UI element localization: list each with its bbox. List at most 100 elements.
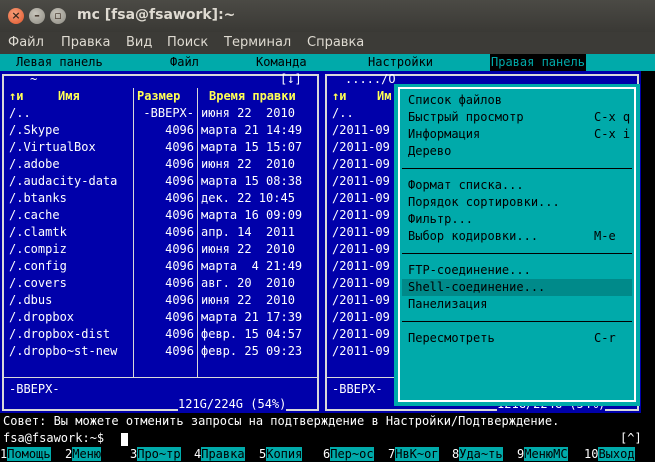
file-row[interactable]: /.cache 4096 марта 16 09:09 <box>0 207 317 224</box>
dropdown-item[interactable]: Shell-соединение... <box>408 279 545 296</box>
dropdown-item[interactable]: Дерево <box>408 143 451 160</box>
file-row[interactable]: /2011-09 <box>332 275 390 292</box>
dropdown-item[interactable]: Пересмотреть <box>408 330 495 347</box>
fkey-4[interactable]: 4Правка <box>194 447 245 462</box>
fkey-10[interactable]: 10Выход <box>584 447 635 462</box>
file-row[interactable]: /.Skype 4096 марта 21 14:49 <box>0 122 317 139</box>
sort-header[interactable]: ↑и <box>9 88 23 105</box>
file-row[interactable]: /2011-09 <box>332 156 390 173</box>
file-row[interactable]: /.covers 4096 авг. 20 2010 <box>0 275 317 292</box>
mc-menu-file[interactable]: Файл <box>170 54 199 71</box>
dropdown-item[interactable]: FTP-соединение... <box>408 262 531 279</box>
dropdown-item[interactable]: Панелизация <box>408 296 487 313</box>
file-time: июня 22 2010 <box>201 106 295 120</box>
file-row[interactable]: /2011-09 <box>332 139 390 156</box>
file-size: 4096 <box>165 191 194 205</box>
time-header[interactable]: Время правки <box>209 88 296 105</box>
dropdown-separator <box>402 321 632 322</box>
file-row[interactable]: /.dropbox 4096 марта 21 17:39 <box>0 309 317 326</box>
menu-view[interactable]: Вид <box>126 35 152 50</box>
file-row[interactable]: /2011-09 <box>332 292 390 309</box>
mc-menu-left-panel[interactable]: Левая панель <box>16 54 103 71</box>
file-name: /.cache <box>9 208 60 222</box>
dropdown-item[interactable]: Выбор кодировки... <box>408 228 538 245</box>
file-row[interactable]: /.btanks 4096 дек. 22 10:45 <box>0 190 317 207</box>
file-row[interactable]: /.audacity-data 4096 марта 15 08:38 <box>0 173 317 190</box>
dropdown-item[interactable]: Информация <box>408 126 480 143</box>
file-size: 4096 <box>165 123 194 137</box>
file-row[interactable]: /.compiz 4096 июня 22 2010 <box>0 241 317 258</box>
file-row[interactable]: /2011-09 <box>332 343 390 360</box>
file-row[interactable]: /2011-09 <box>332 309 390 326</box>
fkey-2[interactable]: 2Меню <box>65 447 102 462</box>
hint-line: Совет: Вы можете отменить запросы на под… <box>3 414 560 428</box>
file-time: дек. 22 10:45 <box>201 191 295 205</box>
dropdown-item[interactable]: Фильтр... <box>408 211 473 228</box>
menu-terminal[interactable]: Терминал <box>224 35 291 50</box>
left-panel[interactable]: ~ [↓] ↑и Имя Размер Время правки /.. -ВВЕ… <box>0 71 323 413</box>
menu-search[interactable]: Поиск <box>167 35 208 50</box>
terminal-gutter <box>641 71 655 413</box>
terminal-area[interactable]: Левая панель Файл Команда Настройки Прав… <box>0 54 655 462</box>
file-row[interactable]: /.clamtk 4096 апр. 14 2011 <box>0 224 317 241</box>
dropdown-item[interactable]: Порядок сортировки... <box>408 194 560 211</box>
file-name: /.dropbox-dist <box>9 327 111 341</box>
fkey-label: Пер~ос <box>330 447 374 461</box>
file-row[interactable]: /.dropbo~st-new 4096 февр. 25 09:23 <box>0 343 317 360</box>
file-row[interactable]: /2011-09 <box>332 122 390 139</box>
file-row[interactable]: /.dropbox-dist 4096 февр. 15 04:57 <box>0 326 317 343</box>
file-row[interactable]: /2011-09 <box>332 258 390 275</box>
file-row[interactable]: /2011-09 <box>332 241 390 258</box>
file-row[interactable]: /2011-09 <box>332 224 390 241</box>
prompt-corner[interactable]: [^] <box>620 430 642 447</box>
maximize-icon[interactable]: ▫ <box>50 8 66 24</box>
menu-help[interactable]: Справка <box>307 35 364 50</box>
fkey-5[interactable]: 5Копия <box>259 447 303 462</box>
minimize-icon[interactable]: – <box>29 8 45 24</box>
menu-file[interactable]: Файл <box>8 35 44 50</box>
file-row[interactable]: /.config 4096 марта 4 21:49 <box>0 258 317 275</box>
file-row[interactable]: /.. -ВВЕРХ-июня 22 2010 <box>0 105 317 122</box>
name-header[interactable]: Имя <box>58 88 80 105</box>
fkey-9[interactable]: 9МенюMC <box>517 447 568 462</box>
file-name: /.Skype <box>9 123 60 137</box>
file-size: 4096 <box>165 225 194 239</box>
fkey-1[interactable]: 1Помощь <box>0 447 51 462</box>
mc-menu-options[interactable]: Настройки <box>368 54 433 71</box>
right-panel-path: ...../O <box>345 72 396 86</box>
file-row[interactable]: /2011-09 <box>332 207 390 224</box>
file-row[interactable]: /2011-09 <box>332 190 390 207</box>
file-row[interactable]: /.adobe 4096 июня 22 2010 <box>0 156 317 173</box>
file-time: марта 21 17:39 <box>201 310 303 324</box>
file-time: марта 16 09:09 <box>201 208 303 222</box>
fkey-6[interactable]: 6Пер~ос <box>323 447 374 462</box>
mc-menu-command[interactable]: Команда <box>256 54 307 71</box>
dropdown-item[interactable]: Формат списка... <box>408 177 524 194</box>
mc-menu-right-panel[interactable]: Правая панель <box>490 54 586 71</box>
dropdown-item[interactable]: Быстрый просмотр <box>408 109 524 126</box>
right-panel-dropdown[interactable]: Список файлов Быстрый просмотр C-x q Информ… <box>394 84 640 406</box>
dropdown-item[interactable]: Список файлов <box>408 92 502 109</box>
file-row[interactable]: /.dbus 4096 июня 22 2010 <box>0 292 317 309</box>
fkey-label: Уда~ть <box>459 447 503 461</box>
size-header[interactable]: Размер <box>137 88 180 105</box>
file-size: 4096 <box>165 242 194 256</box>
file-name: /.clamtk <box>9 225 67 239</box>
fkey-8[interactable]: 8Уда~ть <box>452 447 503 462</box>
fkey-3[interactable]: 3Про~тр <box>130 447 181 462</box>
file-time: февр. 25 09:23 <box>201 344 303 358</box>
file-row[interactable]: /.VirtualBox 4096 марта 15 15:07 <box>0 139 317 156</box>
sort-header[interactable]: ↑и <box>332 88 346 105</box>
file-row[interactable]: /.. <box>332 105 354 122</box>
fkey-label: Правка <box>201 447 245 461</box>
close-icon[interactable]: × <box>8 8 24 24</box>
command-prompt[interactable]: fsa@fsawork:~$ [^] <box>0 430 655 447</box>
menu-edit[interactable]: Правка <box>61 35 110 50</box>
file-row[interactable]: /2011-09 <box>332 173 390 190</box>
file-row[interactable]: /2011-09 <box>332 326 390 343</box>
name-header[interactable]: Им <box>377 88 391 105</box>
left-panel-corner[interactable]: [↓] <box>280 71 302 88</box>
fkey-7[interactable]: 7НвК~ог <box>388 447 439 462</box>
window-titlebar: × – ▫ mc [fsa@fsawork]:~ <box>0 0 655 32</box>
file-time: марта 15 15:07 <box>201 140 303 154</box>
